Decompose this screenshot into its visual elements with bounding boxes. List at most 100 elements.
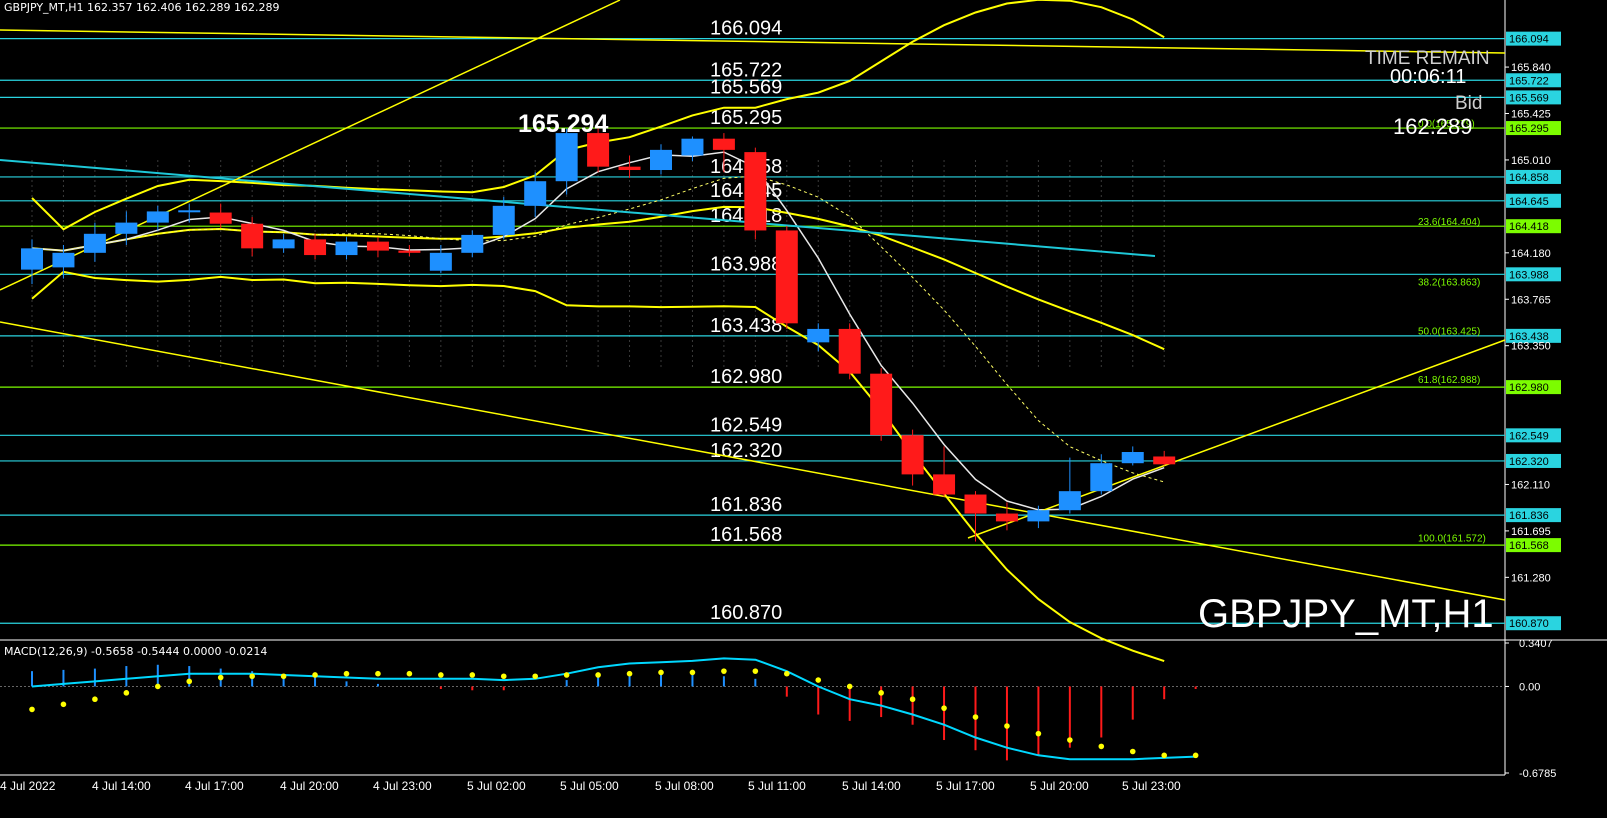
macd-tick-label: 0.00 bbox=[1519, 681, 1540, 693]
candle bbox=[21, 239, 43, 285]
time-tick-label: 4 Jul 20:00 bbox=[280, 779, 339, 793]
time-tick-label: 5 Jul 02:00 bbox=[467, 779, 526, 793]
macd-signal-dot bbox=[469, 672, 476, 678]
level-label: 165.569 bbox=[710, 76, 782, 98]
candle-body bbox=[964, 494, 987, 514]
macd-signal-dot bbox=[972, 714, 979, 720]
chart-title: GBPJPY_MT,H1 162.357 162.406 162.289 162… bbox=[4, 1, 280, 14]
candle-body bbox=[712, 138, 735, 150]
candle-body bbox=[618, 166, 641, 171]
candle-body bbox=[272, 239, 295, 249]
level-tag-text: 161.836 bbox=[1509, 510, 1549, 522]
candle-body bbox=[366, 241, 389, 251]
macd-signal-dot bbox=[343, 670, 350, 677]
macd-signal-dot bbox=[92, 696, 98, 703]
time-tick-label: 5 Jul 14:00 bbox=[842, 779, 901, 793]
macd-signal-dot bbox=[941, 705, 947, 711]
candle bbox=[304, 233, 327, 260]
macd-signal-dot bbox=[1067, 737, 1073, 743]
trading-chart[interactable]: 166.094 166.094165.722 165.722165.569 165.5… bbox=[0, 0, 1607, 818]
fib-label: 23.6(164.404) bbox=[1418, 217, 1480, 228]
macd-signal-dot bbox=[438, 672, 444, 678]
level-label: 163.988 bbox=[710, 253, 782, 275]
price-tick-label: 162.110 bbox=[1511, 479, 1550, 491]
candle bbox=[1153, 450, 1176, 466]
price-tick-label: 164.180 bbox=[1511, 248, 1551, 260]
macd-main-line bbox=[31, 657, 1196, 761]
candle-body bbox=[555, 133, 578, 182]
candle-body bbox=[178, 210, 201, 213]
candle bbox=[461, 230, 484, 258]
candle-body bbox=[241, 223, 264, 249]
level-tag-text: 163.988 bbox=[1509, 269, 1549, 281]
time-tick-label: 5 Jul 11:00 bbox=[748, 779, 806, 793]
level-tag-text: 164.645 bbox=[1509, 196, 1549, 208]
macd-signal-dot bbox=[155, 683, 161, 690]
candle-body bbox=[650, 149, 672, 171]
candle-body bbox=[933, 474, 956, 495]
macd-signal-dot bbox=[909, 696, 916, 703]
candle-body bbox=[1153, 456, 1176, 465]
time-tick-label: 5 Jul 17:00 bbox=[936, 779, 995, 793]
level-tag-text: 164.858 bbox=[1509, 172, 1549, 184]
macd-signal-dot bbox=[186, 678, 193, 685]
candle bbox=[650, 144, 672, 175]
level-tag-text: 165.295 bbox=[1509, 123, 1549, 135]
macd-signal-dot bbox=[784, 670, 790, 677]
level-label: 161.568 bbox=[710, 524, 782, 546]
bid-value: 162.289 bbox=[1393, 114, 1473, 139]
candle bbox=[681, 136, 704, 162]
symbol-watermark: GBPJPY_MT,H1 bbox=[1198, 592, 1494, 636]
macd-signal-dot bbox=[29, 706, 35, 713]
macd-signal-dot bbox=[563, 672, 570, 678]
candle bbox=[398, 244, 421, 257]
level-tag-text: 162.980 bbox=[1509, 382, 1549, 394]
candle-body bbox=[21, 248, 43, 270]
candle bbox=[744, 147, 767, 240]
macd-signal-dot bbox=[375, 670, 381, 677]
macd-signal-dot bbox=[595, 672, 601, 678]
price-tick-label: 165.425 bbox=[1511, 109, 1551, 121]
macd-signal-dot bbox=[1004, 723, 1010, 729]
level-label: 160.870 bbox=[710, 602, 782, 624]
level-tag-text: 164.418 bbox=[1509, 221, 1549, 233]
candle bbox=[775, 225, 798, 329]
candle bbox=[901, 429, 924, 486]
price-tick-label: 165.840 bbox=[1511, 62, 1551, 74]
price-tick-label: 165.010 bbox=[1511, 155, 1551, 167]
candle-body bbox=[870, 373, 893, 436]
level-tag-text: 165.569 bbox=[1509, 92, 1549, 104]
macd-signal-dot bbox=[60, 701, 67, 708]
macd-signal-dot bbox=[752, 668, 759, 674]
candle-body bbox=[838, 328, 861, 374]
macd-signal-dot bbox=[312, 672, 318, 678]
macd-signal-dot bbox=[846, 683, 853, 690]
candle bbox=[838, 323, 861, 380]
candle-body bbox=[146, 211, 169, 223]
level-label: 161.836 bbox=[710, 494, 782, 516]
level-tag-text: 165.722 bbox=[1509, 75, 1549, 87]
peak-price-label: 165.294 bbox=[518, 110, 609, 138]
macd-label: MACD(12,26,9) -0.5658 -0.5444 0.0000 -0.… bbox=[4, 645, 268, 658]
candle-body bbox=[681, 138, 704, 156]
candle-body bbox=[429, 252, 452, 271]
level-tag-text: 166.094 bbox=[1509, 34, 1549, 46]
time-tick-label: 5 Jul 05:00 bbox=[560, 779, 619, 793]
candle-body bbox=[1121, 452, 1144, 464]
macd-signal-dot bbox=[689, 669, 696, 676]
macd-signal-dot bbox=[500, 673, 507, 680]
macd-signal-dot bbox=[1161, 752, 1167, 759]
candle bbox=[964, 491, 987, 542]
candle bbox=[241, 217, 264, 257]
price-tick-label: 161.280 bbox=[1511, 572, 1551, 584]
candle bbox=[1090, 454, 1113, 495]
candle-body bbox=[775, 230, 798, 324]
time-tick-label: 4 Jul 23:00 bbox=[373, 779, 432, 793]
candle bbox=[178, 203, 201, 223]
macd-tick-label: 0.3407 bbox=[1519, 638, 1553, 650]
macd-signal-dot bbox=[217, 674, 224, 681]
candle-body bbox=[901, 435, 924, 475]
time-remain-value: 00:06:11 bbox=[1390, 66, 1467, 88]
level-label: 166.094 bbox=[710, 18, 782, 40]
candle-body bbox=[461, 234, 484, 253]
